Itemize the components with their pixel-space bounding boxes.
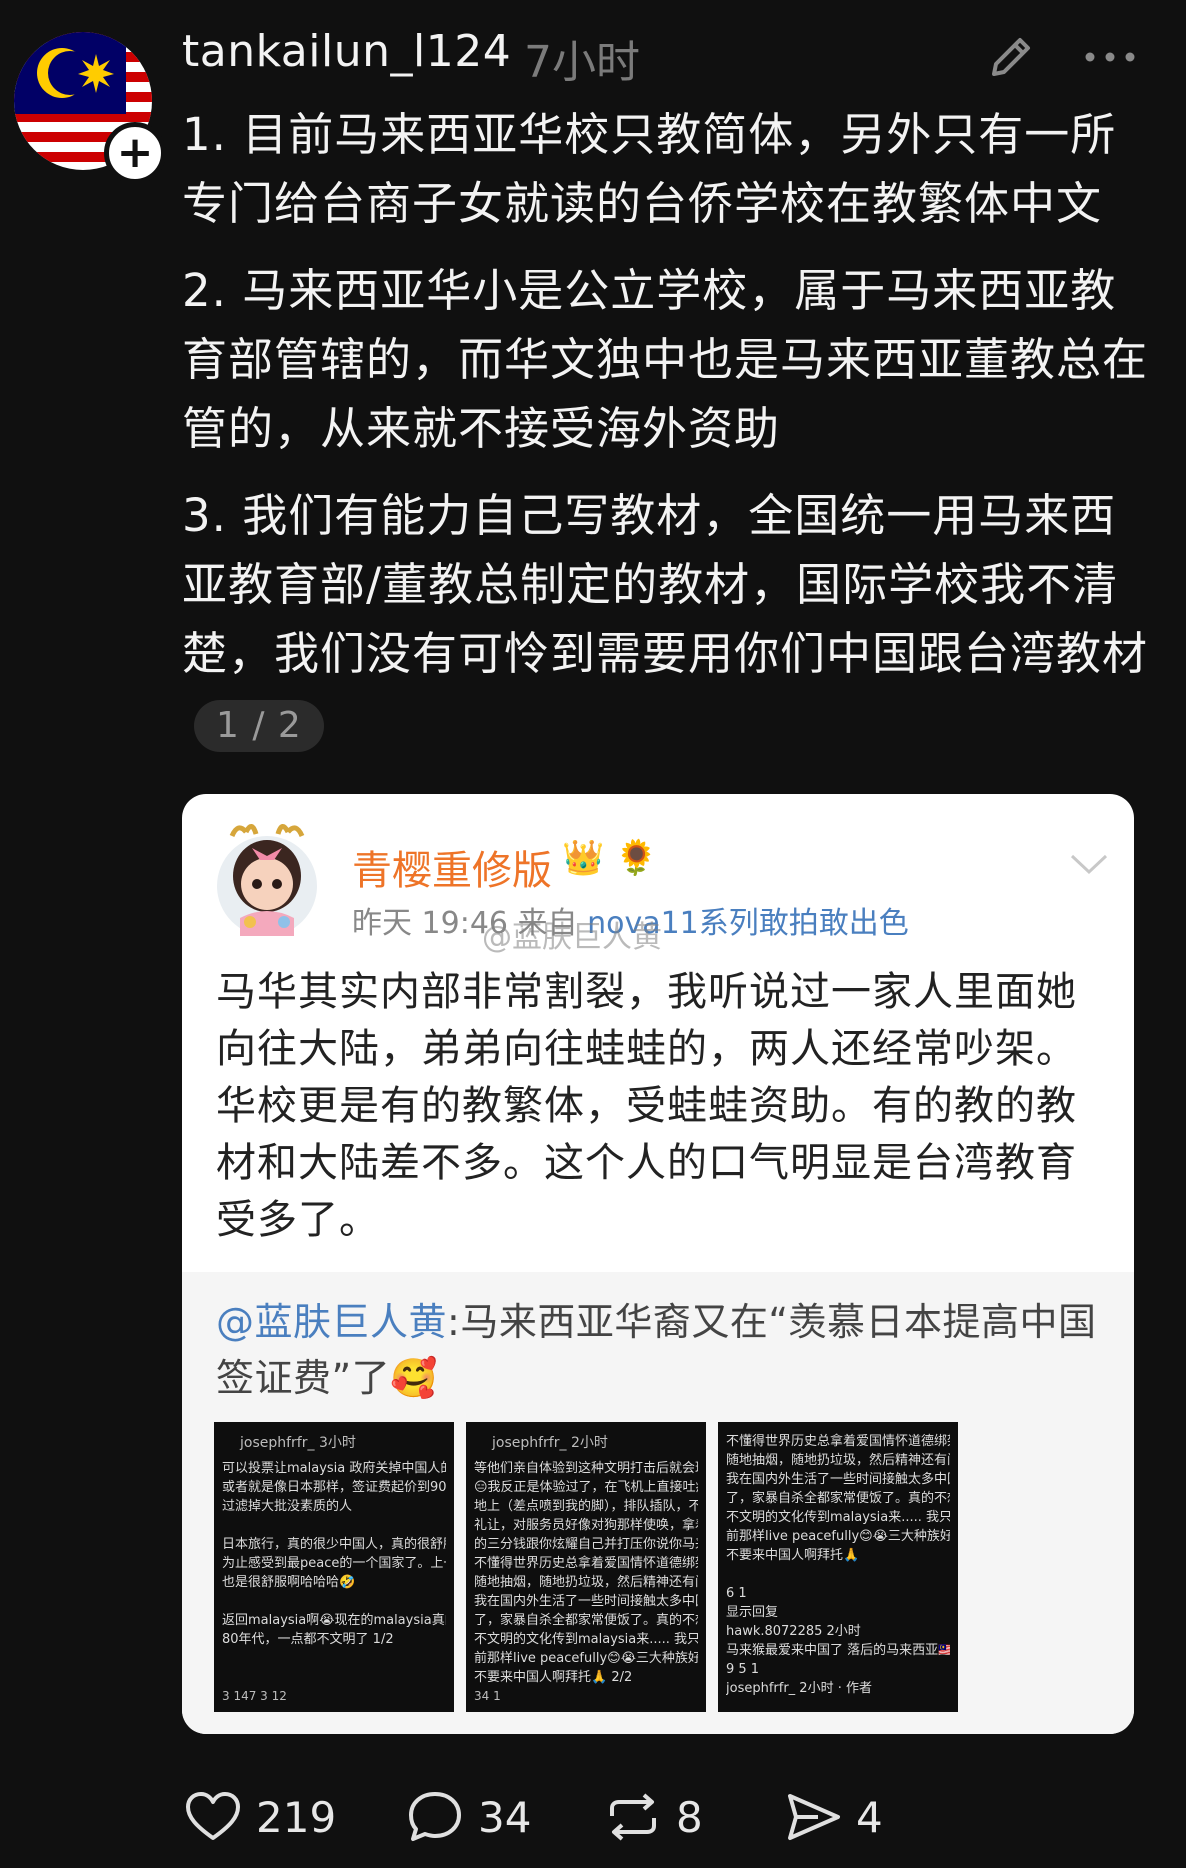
action-bar: 219 34 8 4 <box>182 1782 1142 1852</box>
thumb-line: 了，家暴自杀全都家常便饭了。真的不想这些 <box>474 1613 698 1628</box>
quoted-username[interactable]: 青樱重修版 <box>352 838 552 896</box>
thumb-line: 了，家暴自杀全都家常便饭了。真的不想这些 <box>726 1491 950 1506</box>
thumb-line: 不文明的文化传到malaysia来..... 我只想想以 <box>474 1632 698 1647</box>
thumb-user: josephfrfr_ 2小时 <box>492 1435 608 1451</box>
thumb-line: 地上（差点喷到我的脚），排队插队，不懂得 <box>474 1499 698 1514</box>
thumb-line: 前那样live peacefully😊😭三大种族好好的， <box>474 1651 698 1666</box>
thumb-line: 随地抽烟，随地扔垃圾，然后精神还有问题。 <box>474 1575 698 1590</box>
thumb-line: 的三分钱跟你炫耀自己并打压你说你马来猴， <box>474 1537 698 1552</box>
username[interactable]: tankailun_l124 <box>182 26 511 77</box>
comment-button[interactable]: 34 <box>404 1782 531 1852</box>
chevron-down-icon[interactable] <box>1068 850 1110 880</box>
thumb-line: 6 1 <box>726 1586 747 1601</box>
page-indicator[interactable]: 1 / 2 <box>194 700 324 752</box>
thumb-line: 9 5 1 <box>726 1662 760 1677</box>
post-body: 1. 目前马来西亚华校只教简体，另外只有一所专门给台商子女就读的台侨学校在教繁体… <box>182 100 1162 775</box>
share-arrow-icon <box>788 1794 840 1840</box>
thumb-action-bar: 3 147 3 12 <box>222 1689 287 1703</box>
thumb-line: 80年代，一点都不文明了 1/2 <box>222 1632 394 1647</box>
nested-repost[interactable]: @蓝肤巨人黄:马来西亚华裔又在“羡慕日本提高中国签证费”了🥰 josephfrf… <box>182 1272 1134 1734</box>
paragraph-1: 1. 目前马来西亚华校只教简体，另外只有一所专门给台商子女就读的台侨学校在教繁体… <box>182 108 1117 230</box>
like-button[interactable]: 219 <box>182 1782 336 1852</box>
thumb-line: 我在国内外生活了一些时间接触太多中国人 <box>726 1472 950 1487</box>
repost-count: 8 <box>676 1792 703 1842</box>
thumb-line: 😑我反正是体验过了，在飞机上直接吐痰到 <box>474 1480 698 1495</box>
thumb-line: 返回malaysia啊😭现在的malaysia真的感觉 <box>222 1613 446 1628</box>
quoted-user-avatar[interactable] <box>212 818 322 938</box>
nested-repost-text: @蓝肤巨人黄:马来西亚华裔又在“羡慕日本提高中国签证费”了🥰 <box>216 1294 1106 1406</box>
thumb-line <box>726 1565 950 1584</box>
thumb-line: 随地抽烟，随地扔垃圾，然后精神还有问题。 <box>726 1453 950 1468</box>
thumb-line: hawk.8072285 2小时 <box>726 1624 861 1639</box>
paragraph-2: 2. 马来西亚华小是公立学校，属于马来西亚教育部管辖的，而华文独中也是马来西亚董… <box>182 264 1149 455</box>
thumb-user: josephfrfr_ 3小时 <box>240 1435 356 1451</box>
more-options-icon[interactable] <box>1080 30 1140 84</box>
thumb-line: 我在国内外生活了一些时间接触太多中国人 <box>474 1594 698 1609</box>
quoted-post-card[interactable]: 青樱重修版 👑 🌻 昨天 19:46 来自 nova11系列敢拍敢出色 @蓝肤巨… <box>182 794 1134 1734</box>
thumb-line: 礼让，对服务员好像对狗那样使唤，拿着自己 <box>474 1518 698 1533</box>
comment-count: 34 <box>478 1792 532 1842</box>
thumb-line: 也是很舒服啊哈哈哈🤣 <box>222 1575 356 1590</box>
share-count: 4 <box>856 1792 883 1842</box>
thumb-line: 或者就是像日本那样，签证费起价到900。 <box>222 1480 446 1495</box>
thumb-line: 不懂得世界历史总拿着爱国情怀道德绑架你。 <box>474 1556 698 1571</box>
paragraph-3: 3. 我们有能力自己写教材，全国统一用马来西亚教育部/董教总制定的教材，国际学校… <box>182 481 1162 757</box>
like-count: 219 <box>256 1792 337 1842</box>
user-badges: 👑 🌻 <box>562 838 658 878</box>
comment-bubble-icon <box>409 1792 461 1841</box>
watermark: @蓝肤巨人黄 <box>482 920 662 955</box>
thumb-line <box>222 1516 446 1535</box>
thumb-line: 过滤掉大批没素质的人 <box>222 1499 353 1514</box>
thumb-line: 不要来中国人啊拜托🙏 2/2 <box>474 1670 633 1685</box>
post-time: 7小时 <box>524 37 640 88</box>
thumbnail-image[interactable]: josephfrfr_ 3小时 可以投票让malaysia 政府关掉中国人的签证… <box>214 1422 454 1712</box>
thumb-line: 日本旅行，真的很少中国人，真的很舒服😌 <box>222 1537 446 1552</box>
paragraph-3-text: 3. 我们有能力自己写教材，全国统一用马来西亚教育部/董教总制定的教材，国际学校… <box>182 489 1149 680</box>
thumb-line: 等他们亲自体验到这种文明打击后就会理解了 <box>474 1461 698 1476</box>
thumb-action-bar: 34 1 <box>474 1689 501 1703</box>
thumb-line: 显示回复 <box>726 1605 779 1620</box>
thumbnail-image[interactable]: 不懂得世界历史总拿着爱国情怀道德绑架你。 随地抽烟，随地扔垃圾，然后精神还有问题… <box>718 1422 958 1712</box>
quoted-text: 马华其实内部非常割裂，我听说过一家人里面她向往大陆，弟弟向往蛙蛙的，两人还经常吵… <box>216 969 1077 1243</box>
thumb-line: 马来猴最爱来中国了 落后的马来西亚🇲🇾 <box>726 1643 950 1658</box>
thumb-line: 为止感受到最peace的一个国家了。上一个 <box>222 1556 446 1571</box>
share-button[interactable]: 4 <box>782 1782 883 1852</box>
thumb-line: josephfrfr_ 2小时 · 作者 <box>726 1681 872 1696</box>
thumbnail-image[interactable]: josephfrfr_ 2小时 等他们亲自体验到这种文明打击后就会理解了 😑我反… <box>466 1422 706 1712</box>
follow-plus-button[interactable]: + <box>104 122 166 184</box>
pencil-icon[interactable] <box>984 30 1038 84</box>
thumb-line: 可以投票让malaysia 政府关掉中国人的签证 <box>222 1461 446 1476</box>
repost-icon <box>610 1793 656 1841</box>
thumb-line <box>222 1592 446 1611</box>
heart-icon <box>186 1792 240 1840</box>
thumb-line: 不懂得世界历史总拿着爱国情怀道德绑架你。 <box>726 1434 950 1449</box>
thumb-line: 前那样live peacefully😊😭三大种族好好的， <box>726 1529 950 1544</box>
thumb-line: 不文明的文化传到malaysia来..... 我只想想以 <box>726 1510 950 1525</box>
mention-link[interactable]: @蓝肤巨人黄 <box>216 1300 447 1344</box>
repost-button[interactable]: 8 <box>602 1782 703 1852</box>
thumb-line: 不要来中国人啊拜托🙏 <box>726 1548 860 1563</box>
